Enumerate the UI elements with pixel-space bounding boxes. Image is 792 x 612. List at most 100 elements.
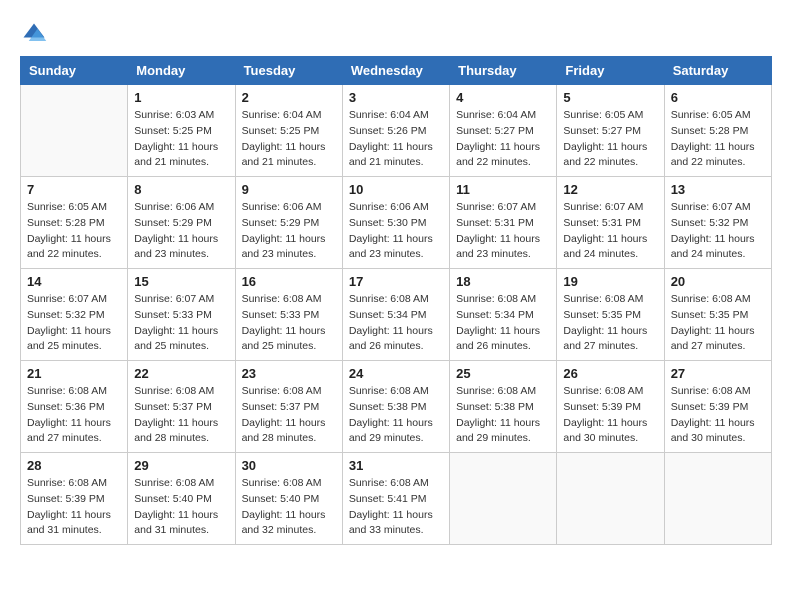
day-info: Sunrise: 6:08 AMSunset: 5:34 PMDaylight:… (349, 292, 443, 355)
day-info: Sunrise: 6:08 AMSunset: 5:33 PMDaylight:… (242, 292, 336, 355)
day-number: 7 (27, 182, 121, 197)
day-info: Sunrise: 6:08 AMSunset: 5:40 PMDaylight:… (134, 476, 228, 539)
day-info: Sunrise: 6:08 AMSunset: 5:34 PMDaylight:… (456, 292, 550, 355)
day-info: Sunrise: 6:05 AMSunset: 5:28 PMDaylight:… (27, 200, 121, 263)
calendar-cell (557, 453, 664, 545)
calendar-cell: 14 Sunrise: 6:07 AMSunset: 5:32 PMDayligh… (21, 269, 128, 361)
calendar-cell: 6Sunrise: 6:05 AMSunset: 5:28 PMDaylight… (664, 85, 771, 177)
calendar-cell (664, 453, 771, 545)
day-number: 29 (134, 458, 228, 473)
day-info: Sunrise: 6:08 AMSunset: 5:37 PMDaylight:… (134, 384, 228, 447)
calendar-cell: 30 Sunrise: 6:08 AMSunset: 5:40 PMDayligh… (235, 453, 342, 545)
header-sunday: Sunday (21, 57, 128, 85)
day-info: Sunrise: 6:05 AMSunset: 5:27 PMDaylight:… (563, 108, 657, 171)
calendar-cell: 7 Sunrise: 6:05 AMSunset: 5:28 PMDaylight… (21, 177, 128, 269)
day-number: 9 (242, 182, 336, 197)
day-number: 21 (27, 366, 121, 381)
calendar-header-row: SundayMondayTuesdayWednesdayThursdayFrid… (21, 57, 772, 85)
calendar-cell: 12 Sunrise: 6:07 AMSunset: 5:31 PMDayligh… (557, 177, 664, 269)
day-number: 31 (349, 458, 443, 473)
day-number: 5 (563, 90, 657, 105)
calendar-cell: 1Sunrise: 6:03 AMSunset: 5:25 PMDaylight… (128, 85, 235, 177)
calendar-cell: 25 Sunrise: 6:08 AMSunset: 5:38 PMDayligh… (450, 361, 557, 453)
calendar-cell: 28Sunrise: 6:08 AMSunset: 5:39 PMDayligh… (21, 453, 128, 545)
day-number: 23 (242, 366, 336, 381)
header-monday: Monday (128, 57, 235, 85)
day-info: Sunrise: 6:08 AMSunset: 5:38 PMDaylight:… (349, 384, 443, 447)
day-number: 20 (671, 274, 765, 289)
calendar-cell: 26 Sunrise: 6:08 AMSunset: 5:39 PMDayligh… (557, 361, 664, 453)
calendar-week-row: 7 Sunrise: 6:05 AMSunset: 5:28 PMDaylight… (21, 177, 772, 269)
calendar-cell: 3 Sunrise: 6:04 AMSunset: 5:26 PMDaylight… (342, 85, 449, 177)
header-tuesday: Tuesday (235, 57, 342, 85)
calendar-cell: 5 Sunrise: 6:05 AMSunset: 5:27 PMDaylight… (557, 85, 664, 177)
day-info: Sunrise: 6:04 AMSunset: 5:27 PMDaylight:… (456, 108, 550, 171)
calendar-cell: 31 Sunrise: 6:08 AMSunset: 5:41 PMDayligh… (342, 453, 449, 545)
day-info: Sunrise: 6:08 AMSunset: 5:41 PMDaylight:… (349, 476, 443, 539)
day-info: Sunrise: 6:06 AMSunset: 5:30 PMDaylight:… (349, 200, 443, 263)
calendar-cell: 11Sunrise: 6:07 AMSunset: 5:31 PMDayligh… (450, 177, 557, 269)
day-info: Sunrise: 6:07 AMSunset: 5:32 PMDaylight:… (671, 200, 765, 263)
calendar-cell: 20 Sunrise: 6:08 AMSunset: 5:35 PMDayligh… (664, 269, 771, 361)
day-number: 6 (671, 90, 765, 105)
day-info: Sunrise: 6:06 AMSunset: 5:29 PMDaylight:… (242, 200, 336, 263)
day-number: 3 (349, 90, 443, 105)
day-info: Sunrise: 6:08 AMSunset: 5:39 PMDaylight:… (671, 384, 765, 447)
day-number: 28 (27, 458, 121, 473)
header-saturday: Saturday (664, 57, 771, 85)
day-number: 15 (134, 274, 228, 289)
day-number: 2 (242, 90, 336, 105)
day-number: 13 (671, 182, 765, 197)
day-info: Sunrise: 6:08 AMSunset: 5:39 PMDaylight:… (563, 384, 657, 447)
calendar-cell: 19 Sunrise: 6:08 AMSunset: 5:35 PMDayligh… (557, 269, 664, 361)
calendar-cell: 8 Sunrise: 6:06 AMSunset: 5:29 PMDaylight… (128, 177, 235, 269)
day-number: 19 (563, 274, 657, 289)
day-number: 26 (563, 366, 657, 381)
day-number: 12 (563, 182, 657, 197)
day-info: Sunrise: 6:07 AMSunset: 5:31 PMDaylight:… (563, 200, 657, 263)
day-number: 22 (134, 366, 228, 381)
calendar-cell: 9 Sunrise: 6:06 AMSunset: 5:29 PMDaylight… (235, 177, 342, 269)
logo-icon (20, 20, 48, 48)
day-number: 11 (456, 182, 550, 197)
day-number: 30 (242, 458, 336, 473)
calendar-cell: 29 Sunrise: 6:08 AMSunset: 5:40 PMDayligh… (128, 453, 235, 545)
calendar-cell: 15 Sunrise: 6:07 AMSunset: 5:33 PMDayligh… (128, 269, 235, 361)
day-number: 17 (349, 274, 443, 289)
day-info: Sunrise: 6:07 AMSunset: 5:33 PMDaylight:… (134, 292, 228, 355)
day-number: 25 (456, 366, 550, 381)
day-info: Sunrise: 6:04 AMSunset: 5:25 PMDaylight:… (242, 108, 336, 171)
header-friday: Friday (557, 57, 664, 85)
calendar-cell: 18 Sunrise: 6:08 AMSunset: 5:34 PMDayligh… (450, 269, 557, 361)
day-number: 16 (242, 274, 336, 289)
calendar-cell: 4Sunrise: 6:04 AMSunset: 5:27 PMDaylight… (450, 85, 557, 177)
calendar-cell: 13 Sunrise: 6:07 AMSunset: 5:32 PMDayligh… (664, 177, 771, 269)
header-thursday: Thursday (450, 57, 557, 85)
day-info: Sunrise: 6:08 AMSunset: 5:38 PMDaylight:… (456, 384, 550, 447)
calendar-cell (450, 453, 557, 545)
logo (20, 20, 52, 48)
header-wednesday: Wednesday (342, 57, 449, 85)
day-info: Sunrise: 6:07 AMSunset: 5:32 PMDaylight:… (27, 292, 121, 355)
day-number: 18 (456, 274, 550, 289)
day-info: Sunrise: 6:06 AMSunset: 5:29 PMDaylight:… (134, 200, 228, 263)
calendar-cell: 22 Sunrise: 6:08 AMSunset: 5:37 PMDayligh… (128, 361, 235, 453)
calendar-cell: 2 Sunrise: 6:04 AMSunset: 5:25 PMDaylight… (235, 85, 342, 177)
day-info: Sunrise: 6:08 AMSunset: 5:35 PMDaylight:… (671, 292, 765, 355)
calendar-week-row: 1Sunrise: 6:03 AMSunset: 5:25 PMDaylight… (21, 85, 772, 177)
calendar-cell: 17 Sunrise: 6:08 AMSunset: 5:34 PMDayligh… (342, 269, 449, 361)
calendar-week-row: 28Sunrise: 6:08 AMSunset: 5:39 PMDayligh… (21, 453, 772, 545)
calendar-week-row: 21 Sunrise: 6:08 AMSunset: 5:36 PMDayligh… (21, 361, 772, 453)
day-number: 27 (671, 366, 765, 381)
day-info: Sunrise: 6:08 AMSunset: 5:35 PMDaylight:… (563, 292, 657, 355)
calendar-cell (21, 85, 128, 177)
day-info: Sunrise: 6:04 AMSunset: 5:26 PMDaylight:… (349, 108, 443, 171)
day-number: 14 (27, 274, 121, 289)
day-info: Sunrise: 6:08 AMSunset: 5:36 PMDaylight:… (27, 384, 121, 447)
day-number: 8 (134, 182, 228, 197)
calendar-cell: 10 Sunrise: 6:06 AMSunset: 5:30 PMDayligh… (342, 177, 449, 269)
calendar-table: SundayMondayTuesdayWednesdayThursdayFrid… (20, 56, 772, 545)
day-number: 24 (349, 366, 443, 381)
day-info: Sunrise: 6:08 AMSunset: 5:40 PMDaylight:… (242, 476, 336, 539)
day-number: 10 (349, 182, 443, 197)
